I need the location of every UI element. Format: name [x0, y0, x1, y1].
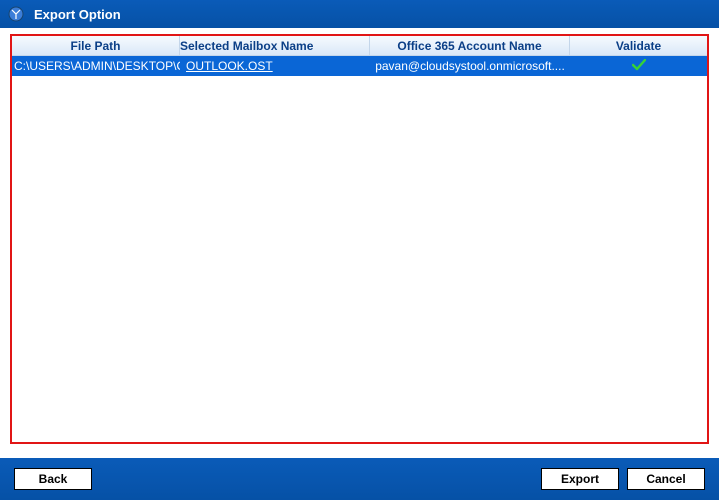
- title-bar: Export Option: [0, 0, 719, 28]
- cell-account-name: pavan@cloudsystool.onmicrosoft....: [370, 56, 570, 76]
- header-validate[interactable]: Validate: [570, 36, 707, 55]
- content-area: File Path Selected Mailbox Name Office 3…: [0, 28, 719, 458]
- back-button[interactable]: Back: [14, 468, 92, 490]
- cell-file-path: C:\USERS\ADMIN\DESKTOP\O...: [12, 56, 180, 76]
- checkmark-icon: [632, 59, 646, 74]
- app-icon: [8, 6, 24, 22]
- export-table: File Path Selected Mailbox Name Office 3…: [10, 34, 709, 444]
- export-button[interactable]: Export: [541, 468, 619, 490]
- footer-bar: Back Export Cancel: [0, 458, 719, 500]
- cancel-button[interactable]: Cancel: [627, 468, 705, 490]
- header-mailbox-name[interactable]: Selected Mailbox Name: [180, 36, 370, 55]
- header-account-name[interactable]: Office 365 Account Name: [370, 36, 570, 55]
- header-file-path[interactable]: File Path: [12, 36, 180, 55]
- cell-mailbox-name[interactable]: OUTLOOK.OST: [180, 56, 370, 76]
- table-header-row: File Path Selected Mailbox Name Office 3…: [12, 36, 707, 56]
- cell-validate: [570, 56, 707, 76]
- table-row[interactable]: C:\USERS\ADMIN\DESKTOP\O... OUTLOOK.OST …: [12, 56, 707, 76]
- window-title: Export Option: [34, 7, 121, 22]
